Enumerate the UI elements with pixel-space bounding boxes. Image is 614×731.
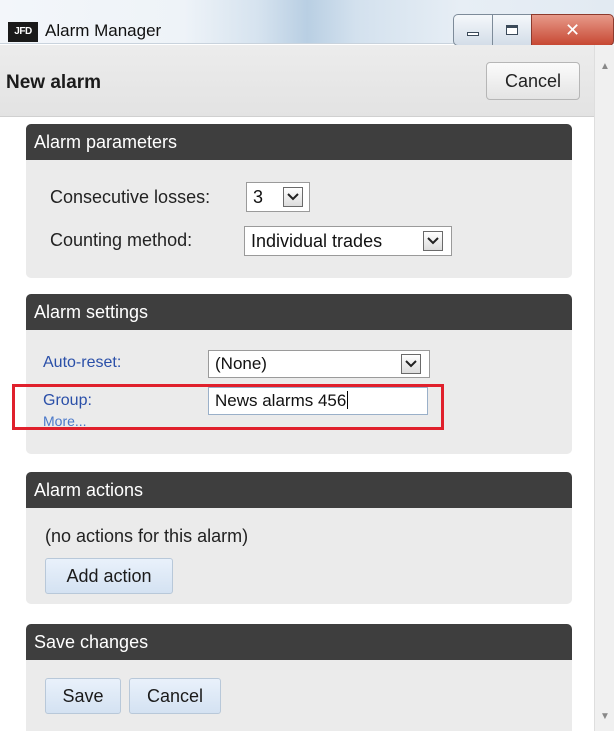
consecutive-losses-value: 3 [253, 187, 264, 207]
close-button[interactable]: ✕ [531, 14, 614, 46]
close-icon: ✕ [564, 20, 581, 40]
scroll-down-arrow-icon[interactable]: ▼ [597, 711, 613, 727]
auto-reset-select[interactable]: (None) [208, 350, 430, 378]
counting-method-value: Individual trades [251, 231, 383, 251]
auto-reset-value: (None) [215, 354, 267, 373]
maximize-button[interactable] [492, 14, 531, 46]
minimize-icon [467, 32, 479, 36]
page-title: New alarm [6, 72, 102, 93]
save-changes-heading: Save changes [26, 624, 572, 660]
save-changes-section: Save changes Save Cancel [26, 624, 572, 731]
save-button[interactable]: Save [45, 678, 121, 714]
window-title: Alarm Manager [45, 21, 162, 40]
header-cancel-button[interactable]: Cancel [486, 62, 580, 100]
scroll-up-arrow-icon[interactable]: ▲ [597, 61, 613, 77]
auto-reset-label: Auto-reset: [43, 354, 122, 371]
chevron-down-icon[interactable] [423, 231, 443, 251]
consecutive-losses-label: Consecutive losses: [50, 187, 211, 207]
group-input[interactable]: News alarms 456 [208, 387, 428, 415]
more-link[interactable]: More... [43, 413, 87, 429]
window-controls: ✕ [453, 14, 614, 46]
no-actions-text: (no actions for this alarm) [45, 526, 249, 546]
alarm-settings-section: Alarm settings Auto-reset: (None) Group:… [26, 294, 572, 454]
vertical-scrollbar[interactable]: ▲ ▼ [594, 45, 614, 731]
minimize-button[interactable] [453, 14, 492, 46]
alarm-parameters-heading: Alarm parameters [26, 124, 572, 160]
counting-method-label: Counting method: [50, 230, 193, 250]
page-header: New alarm Cancel [0, 45, 594, 117]
main-content: Alarm parameters Consecutive losses: 3 C… [0, 118, 594, 731]
add-action-button[interactable]: Add action [45, 558, 173, 594]
alarm-actions-heading: Alarm actions [26, 472, 572, 508]
maximize-icon [506, 25, 518, 35]
chevron-down-icon[interactable] [283, 187, 303, 207]
alarm-parameters-section: Alarm parameters Consecutive losses: 3 C… [26, 124, 572, 278]
group-input-value: News alarms 456 [215, 391, 347, 410]
cancel-button[interactable]: Cancel [129, 678, 221, 714]
jfd-logo-icon: JFD [8, 22, 38, 42]
group-label: Group: [43, 392, 92, 409]
alarm-settings-heading: Alarm settings [26, 294, 572, 330]
text-caret [347, 391, 349, 409]
alarm-actions-section: Alarm actions (no actions for this alarm… [26, 472, 572, 604]
window-title-bar[interactable]: JFD Alarm Manager ✕ [0, 0, 614, 46]
consecutive-losses-select[interactable]: 3 [246, 182, 310, 212]
chevron-down-icon[interactable] [401, 354, 421, 374]
counting-method-select[interactable]: Individual trades [244, 226, 452, 256]
